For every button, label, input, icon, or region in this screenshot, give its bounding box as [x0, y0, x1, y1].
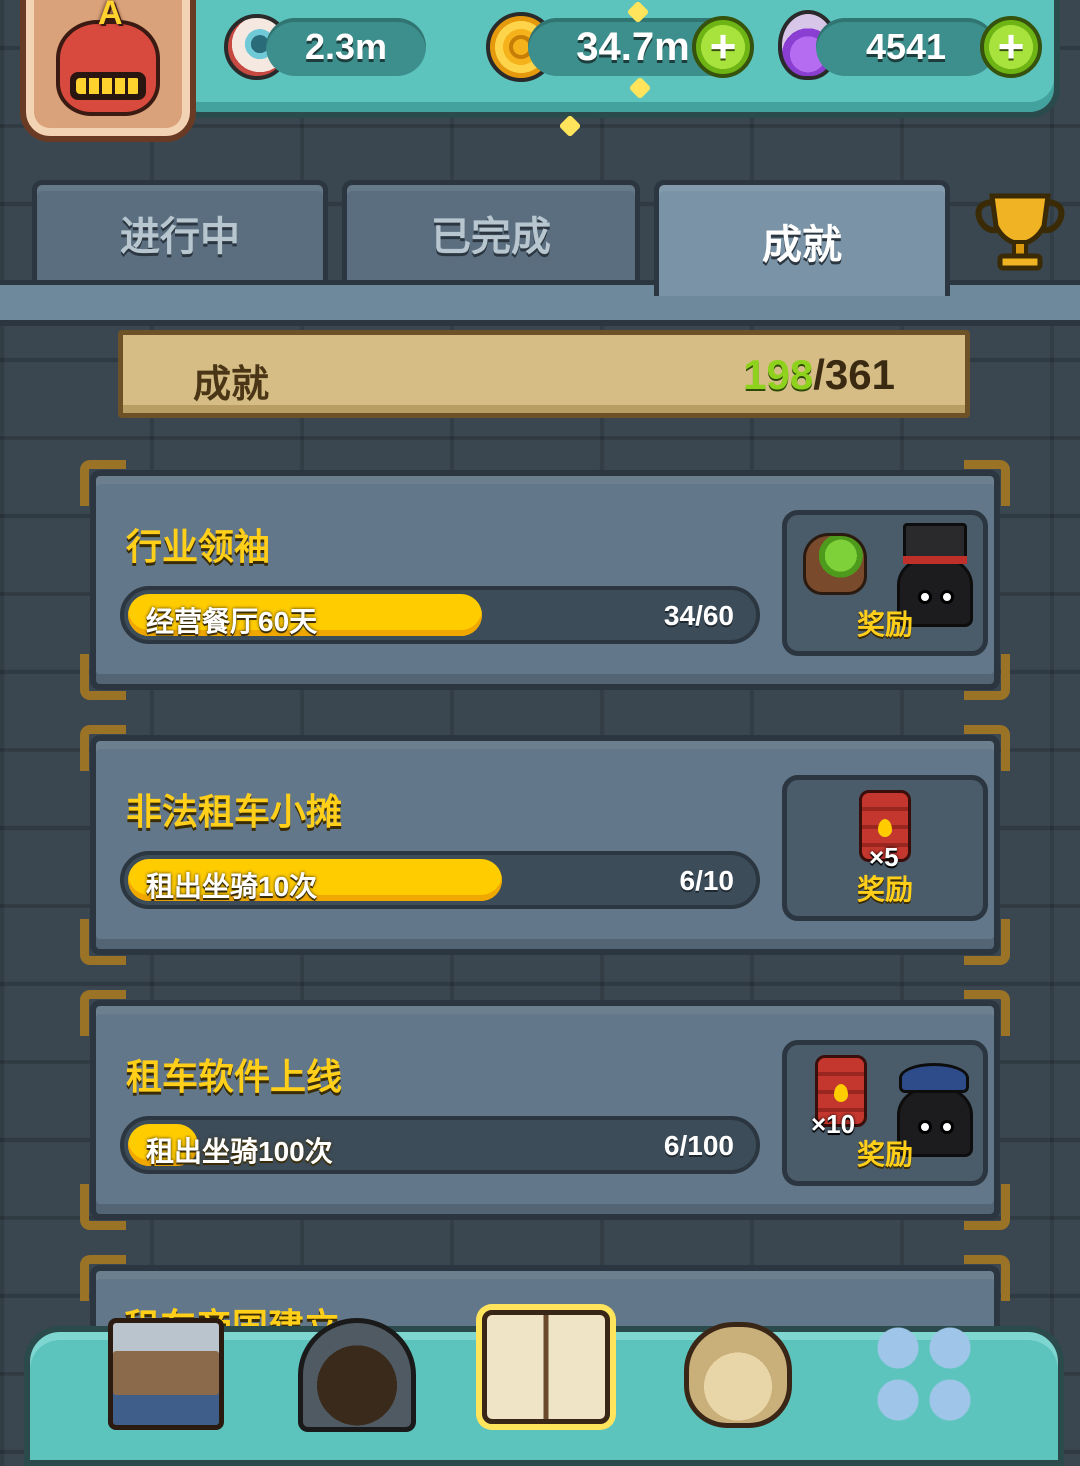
task-label: 租出坐骑10次 — [146, 871, 318, 902]
reward-label: 奖励 — [856, 609, 913, 640]
tab-achievements[interactable]: 成就 — [654, 180, 950, 296]
progress-count: 6/10 — [679, 865, 735, 896]
achievement-summary: 成就 198/361 — [118, 330, 970, 418]
player-avatar[interactable]: A — [20, 0, 196, 142]
tab-in-progress[interactable]: 进行中 — [32, 180, 328, 280]
tab-completed[interactable]: 已完成 — [342, 180, 640, 280]
eyes-counter: 2.3m — [266, 18, 426, 76]
reward-label: 奖励 — [856, 874, 913, 905]
summary-count: 198/361 — [743, 351, 895, 398]
plant-icon — [803, 533, 867, 595]
achievement-card: 非法租车小摊 租出坐骑10次 6/10 ×5 奖励 — [80, 725, 1010, 965]
top-hat-icon — [903, 523, 967, 564]
monster-lair-icon[interactable] — [298, 1318, 416, 1432]
rank-badge-icon: A — [98, 0, 123, 32]
potions-counter: 4541 — [816, 18, 996, 76]
achievement-title: 租车软件上线 — [126, 1056, 343, 1097]
monster-face-icon — [56, 20, 160, 116]
achievement-title: 行业领袖 — [126, 526, 271, 567]
summary-title: 成就 — [193, 364, 270, 406]
trophy-icon[interactable] — [970, 176, 1070, 276]
completed-count: 198 — [743, 351, 814, 398]
reward-button[interactable]: ×5 奖励 — [782, 775, 988, 921]
progress-count: 34/60 — [663, 600, 734, 631]
task-label: 租出坐骑100次 — [146, 1136, 333, 1167]
money-bag-icon[interactable] — [684, 1322, 792, 1428]
grid-menu-icon[interactable] — [872, 1322, 976, 1426]
reward-button[interactable]: 奖励 — [782, 510, 988, 656]
resource-bar: 2.3m 34.7m + 4541 + — [170, 0, 1060, 118]
progress-bar: 经营餐厅60天 34/60 — [120, 586, 760, 644]
shop-icon[interactable] — [108, 1318, 224, 1430]
book-icon[interactable] — [482, 1310, 610, 1424]
achievement-card: 行业领袖 经营餐厅60天 34/60 奖励 — [80, 460, 1010, 700]
task-label: 经营餐厅60天 — [146, 606, 318, 637]
achievement-title: 非法租车小摊 — [126, 791, 343, 832]
progress-bar: 租出坐骑10次 6/10 — [120, 851, 760, 909]
total-count: 361 — [824, 351, 895, 398]
reward-label: 奖励 — [856, 1139, 913, 1170]
progress-bar: 租出坐骑100次 6/100 — [120, 1116, 760, 1174]
achievement-card: 租车软件上线 租出坐骑100次 6/100 ×10 奖励 — [80, 990, 1010, 1230]
sparkle-icon — [558, 114, 582, 138]
progress-count: 6/100 — [663, 1130, 734, 1161]
police-cap-icon — [899, 1063, 969, 1093]
add-coins-button[interactable]: + — [692, 16, 754, 78]
add-potions-button[interactable]: + — [980, 16, 1042, 78]
reward-button[interactable]: ×10 奖励 — [782, 1040, 988, 1186]
